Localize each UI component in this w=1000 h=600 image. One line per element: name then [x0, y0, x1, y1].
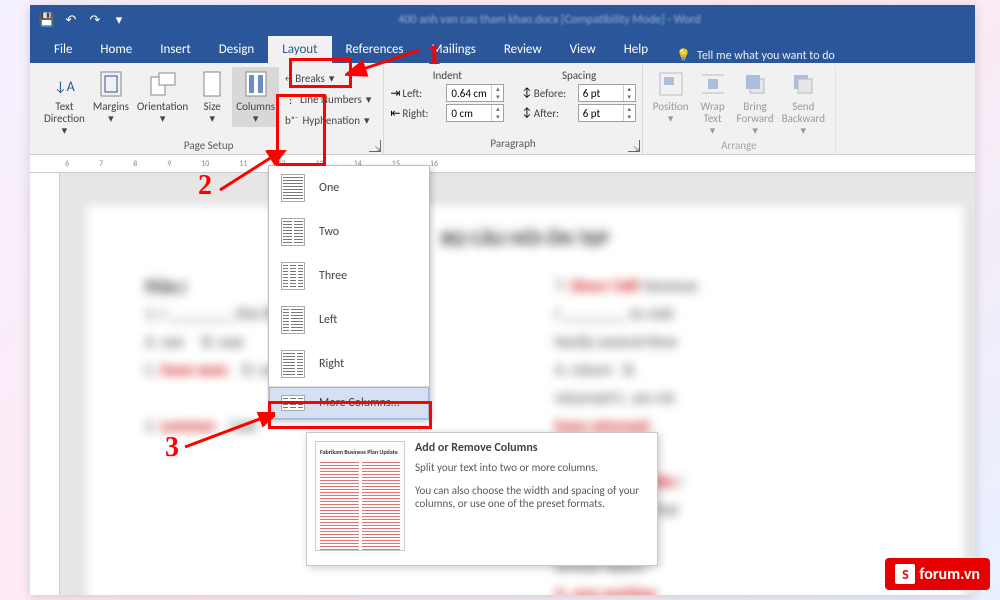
paragraph-launcher[interactable]: [628, 140, 640, 152]
tab-insert[interactable]: Insert: [146, 36, 205, 63]
spacing-after-input[interactable]: 6 pt▴▾: [578, 104, 636, 122]
columns-right[interactable]: Right: [269, 342, 429, 386]
send-backward-icon: [788, 69, 818, 99]
ribbon: ↓A Text Direction▾ Margins▾ Orientation▾: [30, 63, 975, 155]
tab-file[interactable]: File: [40, 36, 86, 63]
indent-left-input[interactable]: 0.64 cm▴▾: [446, 84, 504, 102]
arrow-2: [210, 150, 290, 200]
arrow-3: [180, 412, 275, 457]
titlebar: 💾 ↶ ↷ ▾ 400 anh van cau tham khao.docx […: [30, 5, 975, 35]
columns-one[interactable]: One: [269, 166, 429, 210]
quick-access-toolbar: 💾 ↶ ↷ ▾: [36, 9, 130, 31]
save-button[interactable]: 💾: [36, 9, 58, 31]
position-icon: [656, 69, 686, 99]
more-columns[interactable]: More Columns...: [269, 387, 429, 419]
spacing-before-input[interactable]: 6 pt▴▾: [578, 84, 636, 102]
line-numbers-button[interactable]: ⋮Line Numbers ▾: [281, 91, 375, 108]
columns-icon: [241, 69, 271, 99]
columns-dropdown: One Two Three Left Right More Columns...: [268, 165, 430, 420]
arrow-1: [345, 40, 430, 80]
hyphenation-button[interactable]: bᵃ⁻Hyphenation ▾: [281, 112, 375, 129]
svg-text:↓A: ↓A: [54, 78, 76, 95]
tell-me-label: Tell me what you want to do: [697, 49, 835, 63]
tooltip-image: Fabrikam Business Plan Update: [315, 441, 405, 551]
paragraph-label: Paragraph: [390, 137, 635, 152]
position-button: Position▾: [649, 67, 693, 127]
tooltip: Fabrikam Business Plan Update Add or Rem…: [306, 432, 658, 566]
vertical-ruler[interactable]: [30, 173, 60, 595]
qat-dropdown[interactable]: ▾: [108, 9, 130, 31]
annotation-1: 1: [427, 40, 441, 72]
group-page-setup: ↓A Text Direction▾ Margins▾ Orientation▾: [34, 65, 384, 154]
margins-icon: [96, 69, 126, 99]
tab-design[interactable]: Design: [205, 36, 268, 63]
annotation-3: 3: [165, 432, 179, 464]
horizontal-ruler[interactable]: 678910111213141516: [30, 155, 975, 173]
window-title: 400 anh van cau tham khao.docx [Compatib…: [130, 13, 969, 27]
indent-right-icon: ⇤: [390, 106, 400, 121]
columns-left[interactable]: Left: [269, 298, 429, 342]
tab-help[interactable]: Help: [610, 36, 662, 63]
columns-two[interactable]: Two: [269, 210, 429, 254]
spacing-before-icon: ↕: [522, 86, 531, 100]
indent-right-input[interactable]: 0 cm▴▾: [446, 104, 504, 122]
spacing-after-icon: ↕: [522, 106, 531, 120]
tooltip-p2: You can also choose the width and spacin…: [415, 484, 649, 510]
tab-layout[interactable]: Layout: [268, 36, 331, 63]
page-setup-label: Page Setup: [40, 139, 377, 154]
orientation-icon: [148, 69, 178, 99]
columns-three[interactable]: Three: [269, 254, 429, 298]
text-direction-button[interactable]: ↓A Text Direction▾: [40, 67, 89, 139]
tooltip-title: Add or Remove Columns: [415, 441, 649, 455]
margins-button[interactable]: Margins▾: [89, 67, 133, 127]
ribbon-tabs: File Home Insert Design Layout Reference…: [30, 35, 975, 63]
indent-left-icon: ⇥: [390, 86, 400, 101]
size-button[interactable]: Size▾: [192, 67, 232, 127]
bring-forward-icon: [740, 69, 770, 99]
wrap-text-icon: [698, 69, 728, 99]
group-arrange: Position▾ Wrap Text▾ Bring Forward▾ Send…: [643, 65, 836, 154]
watermark-logo: S forum.vn: [885, 558, 990, 590]
bulb-icon: 💡: [676, 48, 691, 63]
annotation-2: 2: [198, 170, 212, 202]
tab-review[interactable]: Review: [490, 36, 556, 63]
size-icon: [197, 69, 227, 99]
orientation-button[interactable]: Orientation▾: [133, 67, 192, 127]
redo-button[interactable]: ↷: [84, 9, 106, 31]
arrange-label: Arrange: [649, 139, 829, 154]
tab-home[interactable]: Home: [86, 36, 146, 63]
tab-view[interactable]: View: [556, 36, 610, 63]
tooltip-p1: Split your text into two or more columns…: [415, 461, 649, 474]
send-backward-button: Send Backward▾: [778, 67, 829, 139]
columns-button[interactable]: Columns▾: [232, 67, 279, 127]
tell-me-search[interactable]: 💡 Tell me what you want to do: [676, 48, 835, 63]
undo-button[interactable]: ↶: [60, 9, 82, 31]
wrap-text-button: Wrap Text▾: [693, 67, 733, 139]
bring-forward-button: Bring Forward▾: [733, 67, 778, 139]
text-direction-icon: ↓A: [49, 69, 79, 99]
page-setup-launcher[interactable]: [369, 140, 381, 152]
